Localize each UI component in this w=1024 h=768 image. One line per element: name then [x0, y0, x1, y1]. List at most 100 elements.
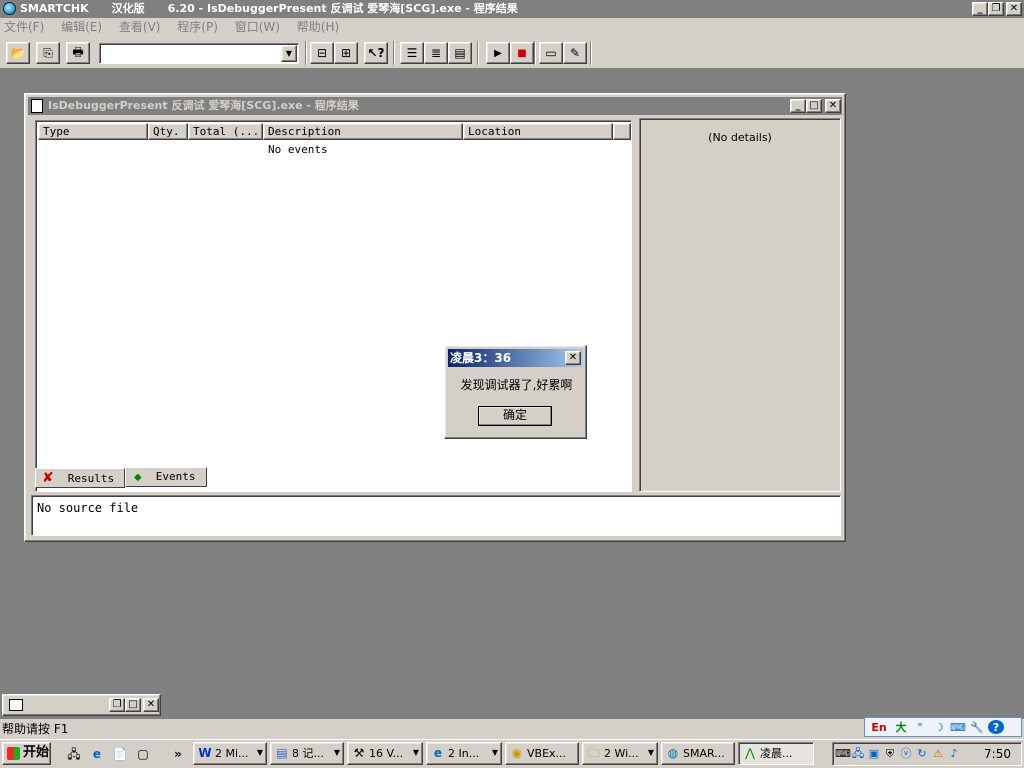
- column-header-total[interactable]: Total (...: [188, 123, 263, 140]
- status-text: 帮助请按 F1: [2, 722, 69, 736]
- app-title-bar[interactable]: SMARTCHK 汉化版 6.20 - IsDebuggerPresent 反调…: [0, 0, 1024, 18]
- task-button-smartchk[interactable]: ◍ SMAR...: [661, 742, 735, 765]
- window-edit-icon[interactable]: ✎: [563, 42, 587, 64]
- column-header-qty[interactable]: Qty.: [148, 123, 188, 140]
- dialog-close-button[interactable]: ✕: [565, 351, 581, 365]
- minimized-window[interactable]: ❐ □ ✕: [2, 694, 161, 716]
- results-window-title-bar[interactable]: IsDebuggerPresent 反调试 爱琴海[SCG].exe - 程序结…: [28, 97, 842, 115]
- task-button-active[interactable]: ⋀ 凌晨...: [738, 742, 814, 765]
- diamond-icon: ◆: [134, 472, 142, 483]
- folder-icon: 🗀: [587, 746, 600, 760]
- program-combo[interactable]: ▼: [99, 43, 299, 64]
- tab-results-label: Results: [67, 472, 115, 485]
- app-title-name: SMARTCHK: [20, 2, 89, 15]
- task-button-tool[interactable]: ⚒ 16 V... ▼: [347, 742, 423, 765]
- task-label: 2 Wi...: [604, 747, 639, 760]
- toolbar-separator: [477, 41, 479, 65]
- menu-window[interactable]: 窗口(W): [235, 18, 280, 37]
- tool-icon: ⚒: [353, 746, 365, 760]
- tab-events[interactable]: ◆ Events: [125, 467, 207, 487]
- menu-program[interactable]: 程序(P): [177, 18, 218, 37]
- chevron-down-icon[interactable]: ▼: [281, 45, 297, 62]
- min-close-button[interactable]: ✕: [143, 698, 159, 712]
- menu-view[interactable]: 查看(V): [119, 18, 161, 37]
- ime-punctuation-icon[interactable]: ": [912, 720, 928, 734]
- source-text: No source file: [37, 501, 139, 515]
- start-button[interactable]: 开始: [2, 742, 51, 765]
- ime-help-icon[interactable]: ?: [988, 720, 1004, 734]
- task-button-notepad[interactable]: ▤ 8 记... ▼: [270, 742, 344, 765]
- network-icon[interactable]: 🖧: [851, 747, 865, 761]
- menu-edit[interactable]: 编辑(E): [61, 18, 102, 37]
- more-quicklaunch-icon[interactable]: »: [170, 746, 186, 762]
- dialog-message: 发现调试器了,好累啊: [460, 378, 573, 392]
- window-icon[interactable]: ▭: [539, 42, 563, 64]
- list-icon[interactable]: ☰: [400, 42, 424, 64]
- open-folder-icon[interactable]: 📂: [6, 42, 30, 64]
- task-button-ie[interactable]: e 2 In... ▼: [426, 742, 502, 765]
- child-maximize-button[interactable]: □: [806, 99, 822, 113]
- ime-tools-icon[interactable]: 🔧: [969, 720, 985, 734]
- source-pane[interactable]: No source file: [31, 495, 841, 536]
- window-icon[interactable]: ▢: [135, 746, 151, 762]
- toolbar-separator: [590, 41, 592, 65]
- results-tabs: ✘ Results ◆ Events: [35, 466, 635, 488]
- stop-icon[interactable]: ■: [510, 42, 534, 64]
- smartchk-app-icon[interactable]: [3, 2, 16, 15]
- clock[interactable]: 7:50: [984, 747, 1011, 761]
- ok-button[interactable]: 确定: [478, 406, 552, 426]
- dialog-title-bar[interactable]: 凌晨3：36 ✕: [448, 349, 583, 367]
- list-detail-icon[interactable]: ▤: [448, 42, 472, 64]
- menu-help[interactable]: 帮助(H): [297, 18, 339, 37]
- menu-bar: 文件(F) 编辑(E) 查看(V) 程序(P) 窗口(W) 帮助(H): [0, 18, 1024, 37]
- help-pointer-icon[interactable]: ↖?: [364, 42, 388, 64]
- monitor-icon[interactable]: ▣: [867, 747, 881, 761]
- taskbar: 开始 🖧 e 📄 ▢ » W2 Mi... ▼ ▤ 8 记... ▼ ⚒ 16 V...…: [0, 739, 1024, 768]
- task-button-word[interactable]: W2 Mi... ▼: [193, 742, 267, 765]
- chevron-down-icon: ▼: [412, 748, 419, 757]
- empty-list-text: No events: [268, 143, 328, 156]
- menu-file[interactable]: 文件(F): [4, 18, 44, 37]
- chevron-down-icon: ▼: [647, 748, 654, 757]
- ie-icon[interactable]: e: [89, 746, 105, 762]
- collapse-icon[interactable]: ⊟: [310, 42, 334, 64]
- print-icon[interactable]: 🖶: [66, 42, 90, 64]
- antivirus-icon[interactable]: ⓥ: [899, 747, 913, 761]
- ime-fullwidth-icon[interactable]: 大: [893, 720, 909, 734]
- column-header-location[interactable]: Location: [463, 123, 613, 140]
- show-desktop-icon[interactable]: 🖧: [66, 746, 82, 762]
- minimize-button[interactable]: _: [972, 2, 988, 16]
- tab-results[interactable]: ✘ Results: [35, 468, 125, 488]
- column-header-description[interactable]: Description: [263, 123, 463, 140]
- document-icon[interactable]: [31, 99, 43, 113]
- notepad-icon[interactable]: 📄: [112, 746, 128, 762]
- restore-button[interactable]: ❐: [988, 2, 1004, 16]
- app-title-rest: 6.20 - IsDebuggerPresent 反调试 爱琴海[SCG].ex…: [167, 2, 518, 15]
- min-restore-button[interactable]: ❐: [109, 698, 125, 712]
- list-alt-icon[interactable]: ≣: [424, 42, 448, 64]
- shield-icon[interactable]: ⛨: [883, 747, 897, 761]
- expand-icon[interactable]: ⊞: [334, 42, 358, 64]
- child-minimize-button[interactable]: _: [790, 99, 806, 113]
- volume-icon[interactable]: ♪: [947, 747, 961, 761]
- chevron-down-icon: ▼: [333, 748, 340, 757]
- play-icon[interactable]: ▶: [486, 42, 510, 64]
- task-button-folder[interactable]: 🗀 2 Wi... ▼: [582, 742, 658, 765]
- child-close-button[interactable]: ✕: [825, 99, 841, 113]
- min-maximize-button[interactable]: □: [125, 698, 141, 712]
- security-icon[interactable]: ⚠: [931, 747, 945, 761]
- task-label: VBEx...: [527, 747, 567, 760]
- task-button-vbexplorer[interactable]: ◉ VBEx...: [505, 742, 579, 765]
- ime-keyboard-icon[interactable]: ⌨: [950, 720, 966, 734]
- ime-language-icon[interactable]: En: [868, 720, 890, 734]
- results-window-title: IsDebuggerPresent 反调试 爱琴海[SCG].exe - 程序结…: [48, 99, 359, 112]
- close-button[interactable]: ✕: [1006, 2, 1022, 16]
- column-header-type[interactable]: Type: [38, 123, 148, 140]
- copy-icon[interactable]: ⎘: [36, 42, 60, 64]
- ie-icon: e: [433, 746, 443, 760]
- keyboard-icon[interactable]: ⌨: [835, 747, 851, 761]
- results-window: IsDebuggerPresent 反调试 爱琴海[SCG].exe - 程序结…: [24, 93, 846, 542]
- toolbar: 📂 ⎘ 🖶 ▼ ⊟ ⊞ ↖? ☰ ≣ ▤ ▶ ■ ▭ ✎: [0, 37, 1024, 69]
- ime-moon-icon[interactable]: ☽: [931, 720, 947, 734]
- sync-icon[interactable]: ↻: [915, 747, 929, 761]
